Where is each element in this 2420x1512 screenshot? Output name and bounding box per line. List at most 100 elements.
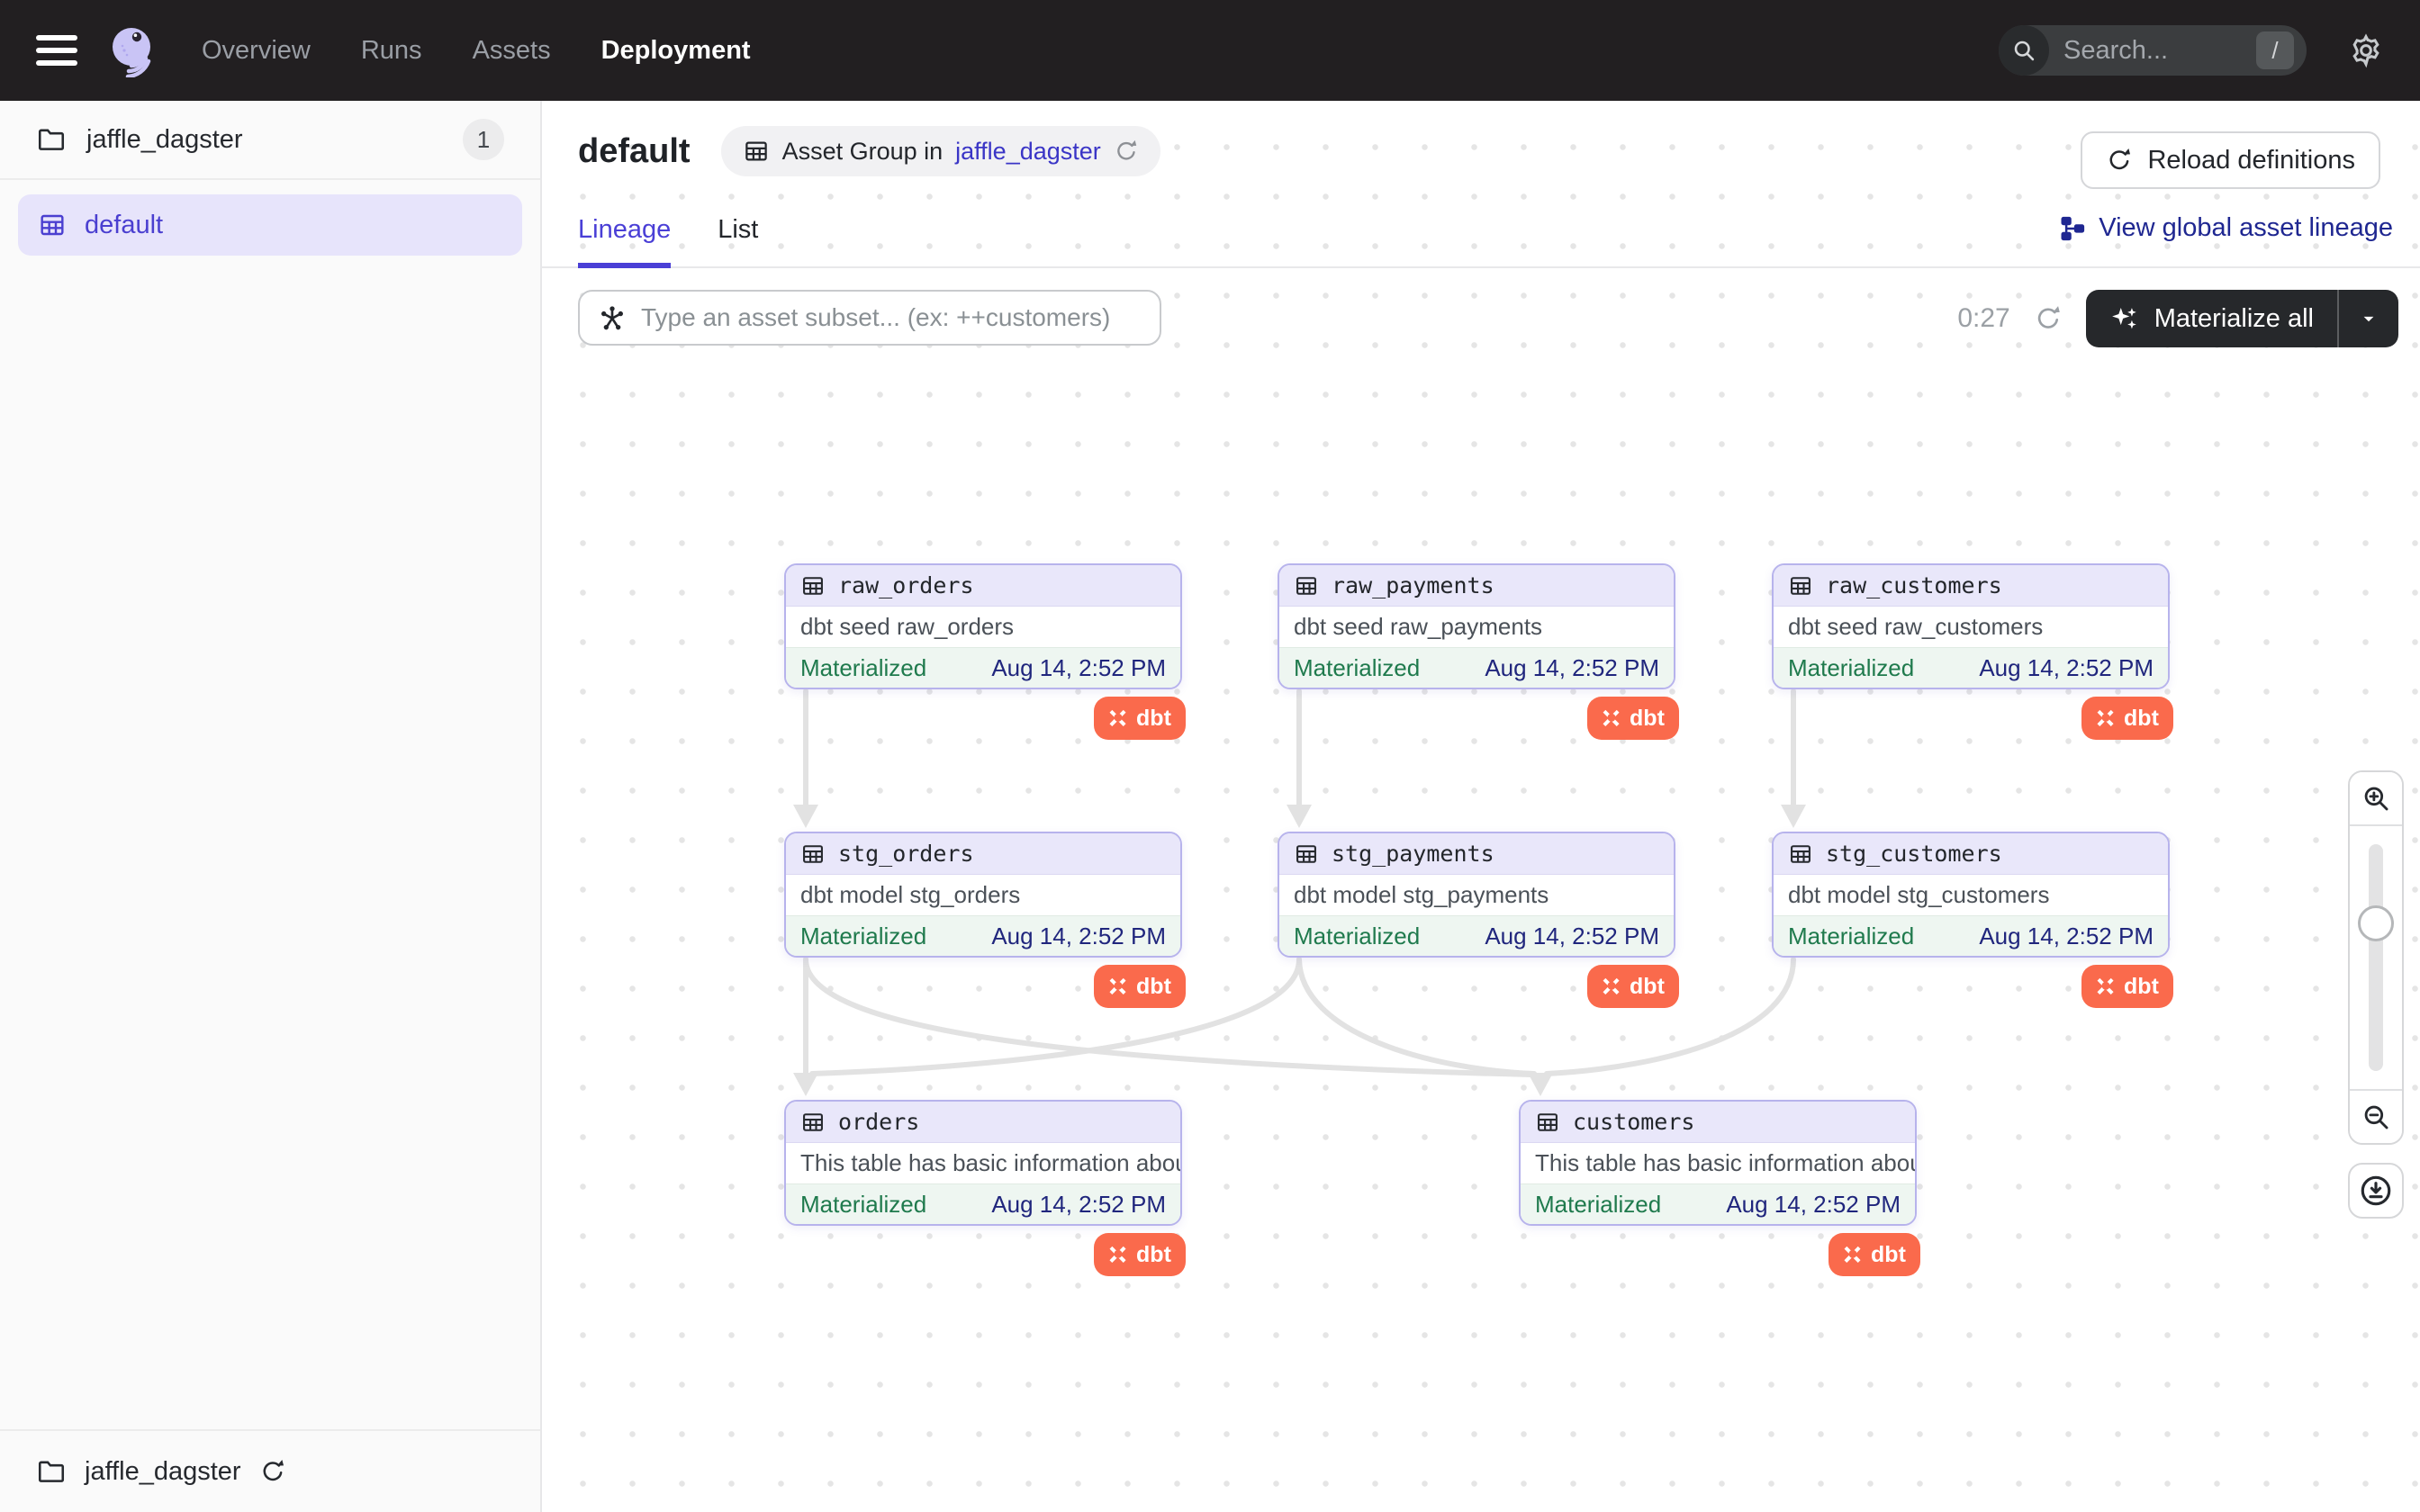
view-tabs: Lineage List — [578, 215, 758, 268]
zoom-slider[interactable] — [2350, 824, 2402, 1091]
nav-item-assets[interactable]: Assets — [473, 36, 551, 66]
folder-icon — [36, 1456, 67, 1487]
nav-item-runs[interactable]: Runs — [361, 36, 422, 66]
dagster-logo-icon[interactable] — [104, 23, 158, 77]
status-badge: Materialized — [800, 654, 926, 682]
menu-icon[interactable] — [36, 35, 77, 66]
asset-subset-input[interactable]: Type an asset subset... (ex: ++customers… — [578, 290, 1161, 346]
dbt-badge[interactable]: × dbt — [1587, 697, 1679, 740]
gear-icon[interactable] — [2348, 32, 2384, 68]
chip-prefix: Asset Group in — [782, 138, 944, 166]
asset-node-stg_payments[interactable]: stg_payments dbt model stg_payments Mate… — [1278, 832, 1675, 958]
dbt-badge[interactable]: × dbt — [2081, 965, 2173, 1008]
refresh-icon[interactable] — [2034, 304, 2063, 333]
export-graph-button[interactable] — [2348, 1163, 2404, 1219]
status-badge: Materialized — [1294, 654, 1420, 682]
dbt-badge[interactable]: × dbt — [1829, 1233, 1920, 1276]
sidebar-project-row[interactable]: jaffle_dagster 1 — [0, 101, 540, 180]
asset-status-row: Materialized Aug 14, 2:52 PM — [786, 1184, 1180, 1224]
zoom-slider-track — [2369, 844, 2383, 1071]
zoom-in-button[interactable] — [2350, 772, 2402, 824]
tab-list[interactable]: List — [718, 215, 758, 268]
project-count-badge: 1 — [463, 119, 504, 160]
asset-node-raw_customers[interactable]: raw_customers dbt seed raw_customers Mat… — [1772, 563, 2170, 689]
asset-node-orders[interactable]: orders This table has basic information … — [784, 1100, 1182, 1226]
asset-node-customers[interactable]: customers This table has basic informati… — [1519, 1100, 1917, 1226]
refresh-icon — [2106, 147, 2133, 174]
main-panel: default Asset Group in jaffle_dagster — [542, 101, 2420, 1512]
materialization-timestamp[interactable]: Aug 14, 2:52 PM — [1979, 654, 2154, 682]
dbt-badge[interactable]: × dbt — [1094, 965, 1186, 1008]
materialization-timestamp[interactable]: Aug 14, 2:52 PM — [991, 922, 1166, 950]
asset-description: dbt seed raw_orders — [786, 607, 1180, 647]
search-placeholder: Search... — [2063, 36, 2256, 66]
dbt-badge[interactable]: × dbt — [1587, 965, 1679, 1008]
dbt-badge-label: dbt — [1136, 1242, 1171, 1268]
materialization-timestamp[interactable]: Aug 14, 2:52 PM — [1485, 654, 1659, 682]
view-global-asset-lineage-label: View global asset lineage — [2099, 213, 2393, 243]
table-icon — [1788, 573, 1813, 598]
asset-description: dbt seed raw_customers — [1774, 607, 2168, 647]
materialization-timestamp[interactable]: Aug 14, 2:52 PM — [1979, 922, 2154, 950]
dbt-badge[interactable]: × dbt — [1094, 1233, 1186, 1276]
status-badge: Materialized — [1294, 922, 1420, 950]
dbt-badge-label: dbt — [2124, 974, 2159, 1000]
download-circle-icon — [2359, 1174, 2393, 1208]
asset-description: dbt model stg_orders — [786, 875, 1180, 915]
dbt-badge-label: dbt — [1136, 974, 1171, 1000]
materialization-timestamp[interactable]: Aug 14, 2:52 PM — [991, 654, 1166, 682]
status-badge: Materialized — [800, 1191, 926, 1219]
materialize-all-label: Materialize all — [2154, 304, 2314, 334]
search-input[interactable]: Search... / — [1999, 25, 2307, 76]
asset-node-stg_orders[interactable]: stg_orders dbt model stg_orders Material… — [784, 832, 1182, 958]
asset-node-raw_payments[interactable]: raw_payments dbt seed raw_payments Mater… — [1278, 563, 1675, 689]
refresh-icon[interactable] — [259, 1458, 286, 1485]
chip-project-link[interactable]: jaffle_dagster — [955, 138, 1101, 166]
asset-description: dbt seed raw_payments — [1279, 607, 1674, 647]
zoom-slider-thumb[interactable] — [2358, 905, 2394, 941]
asset-name: stg_customers — [1826, 841, 2002, 867]
lineage-canvas[interactable]: Type an asset subset... (ex: ++customers… — [542, 270, 2420, 1512]
status-badge: Materialized — [800, 922, 926, 950]
asset-description: This table has basic information about .… — [1521, 1143, 1915, 1184]
sparkles-icon — [2109, 303, 2140, 334]
sidebar: jaffle_dagster 1 default jaffle_dagster — [0, 101, 542, 1512]
materialization-timestamp[interactable]: Aug 14, 2:52 PM — [1485, 922, 1659, 950]
reload-definitions-button[interactable]: Reload definitions — [2081, 131, 2380, 189]
dbt-logo-icon: × — [1602, 970, 1621, 1003]
asset-node-stg_customers[interactable]: stg_customers dbt model stg_customers Ma… — [1772, 832, 2170, 958]
dbt-logo-icon: × — [2096, 702, 2115, 734]
materialization-timestamp[interactable]: Aug 14, 2:52 PM — [991, 1191, 1166, 1219]
main-nav: Overview Runs Assets Deployment — [202, 36, 751, 66]
asset-node-header: raw_payments — [1279, 565, 1674, 607]
reload-definitions-label: Reload definitions — [2147, 146, 2355, 176]
materialization-timestamp[interactable]: Aug 14, 2:52 PM — [1726, 1191, 1901, 1219]
dbt-badge[interactable]: × dbt — [2081, 697, 2173, 740]
asset-name: raw_customers — [1826, 572, 2002, 598]
dbt-badge[interactable]: × dbt — [1094, 697, 1186, 740]
asset-name: raw_payments — [1332, 572, 1494, 598]
zoom-out-button[interactable] — [2350, 1091, 2402, 1143]
view-global-asset-lineage-link[interactable]: View global asset lineage — [2059, 213, 2393, 243]
asset-status-row: Materialized Aug 14, 2:52 PM — [1521, 1184, 1915, 1224]
tab-lineage[interactable]: Lineage — [578, 215, 671, 268]
caret-down-icon — [2357, 307, 2380, 330]
materialize-dropdown-caret[interactable] — [2339, 290, 2398, 347]
page-header: default Asset Group in jaffle_dagster — [542, 101, 2420, 268]
asset-group-icon — [38, 211, 67, 239]
nav-item-overview[interactable]: Overview — [202, 36, 311, 66]
materialize-all-button[interactable]: Materialize all — [2086, 290, 2398, 347]
table-icon — [1788, 842, 1813, 867]
asset-group-icon — [743, 138, 770, 165]
asset-node-raw_orders[interactable]: raw_orders dbt seed raw_orders Materiali… — [784, 563, 1182, 689]
dbt-logo-icon: × — [1108, 970, 1127, 1003]
asset-status-row: Materialized Aug 14, 2:52 PM — [1774, 915, 2168, 956]
sidebar-item-default[interactable]: default — [18, 194, 522, 256]
table-icon — [800, 842, 826, 867]
status-badge: Materialized — [1788, 922, 1914, 950]
asset-node-header: stg_customers — [1774, 833, 2168, 875]
dbt-logo-icon: × — [1108, 1238, 1127, 1271]
nav-item-deployment[interactable]: Deployment — [601, 36, 751, 66]
asset-node-header: customers — [1521, 1102, 1915, 1143]
refresh-icon[interactable] — [1114, 139, 1139, 164]
